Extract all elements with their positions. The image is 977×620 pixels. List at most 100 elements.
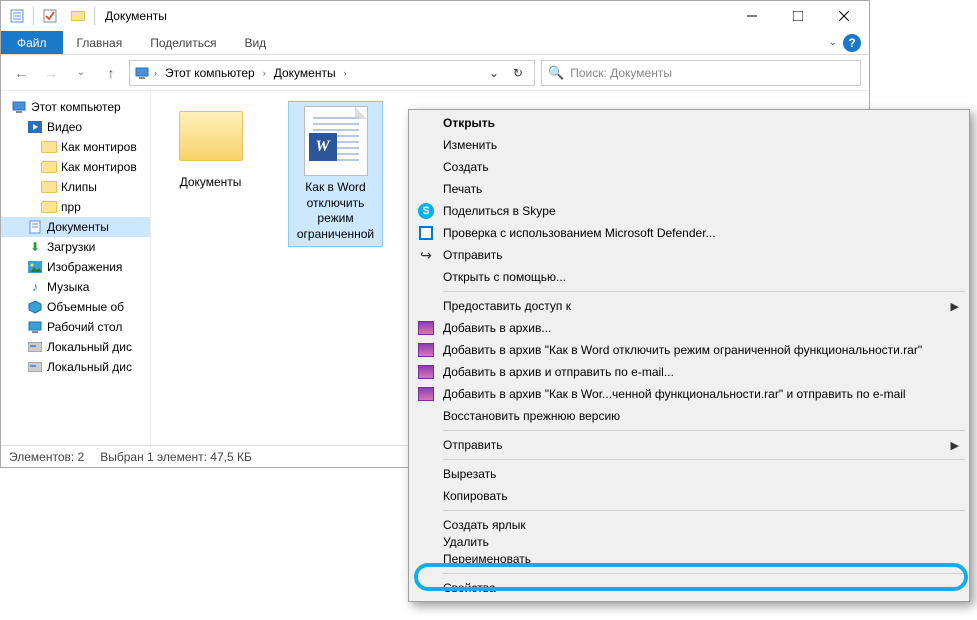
cm-rar-email[interactable]: Добавить в архив и отправить по e-mail..… xyxy=(411,361,967,383)
cm-properties[interactable]: Свойства xyxy=(411,577,967,599)
file-item-word-doc[interactable]: W Как в Word отключить режим ограниченно… xyxy=(288,101,383,247)
cm-separator xyxy=(443,430,965,431)
tree-downloads[interactable]: ⬇Загрузки xyxy=(1,237,150,257)
help-icon[interactable]: ? xyxy=(843,34,861,52)
documents-icon xyxy=(27,219,43,235)
cm-cut[interactable]: Вырезать xyxy=(411,463,967,485)
forward-button[interactable]: → xyxy=(39,61,63,85)
cm-separator xyxy=(443,459,965,460)
ribbon-tabs: Файл Главная Поделиться Вид ⌄ ? xyxy=(1,31,869,55)
maximize-button[interactable] xyxy=(775,1,821,31)
tab-file[interactable]: Файл xyxy=(1,31,63,54)
tree-local-disk[interactable]: Локальный дис xyxy=(1,357,150,377)
tree-folder[interactable]: прр xyxy=(1,197,150,217)
cm-grant-access[interactable]: Предоставить доступ к▶ xyxy=(411,295,967,317)
skype-icon: S xyxy=(417,202,435,220)
cm-rar-add[interactable]: Добавить в архив... xyxy=(411,317,967,339)
tree-documents[interactable]: Документы xyxy=(1,217,150,237)
desktop-icon xyxy=(27,319,43,335)
tree-desktop[interactable]: Рабочий стол xyxy=(1,317,150,337)
search-input[interactable]: 🔍 Поиск: Документы xyxy=(541,60,861,86)
addr-dropdown[interactable]: ⌄ xyxy=(482,61,506,85)
status-selection: Выбран 1 элемент: 47,5 КБ xyxy=(100,450,252,464)
cm-shortcut[interactable]: Создать ярлык xyxy=(411,514,967,536)
tree-pictures[interactable]: Изображения xyxy=(1,257,150,277)
tree-music[interactable]: ♪Музыка xyxy=(1,277,150,297)
tree-local-disk[interactable]: Локальный дис xyxy=(1,337,150,357)
search-placeholder: Поиск: Документы xyxy=(570,66,672,80)
disk-icon xyxy=(27,359,43,375)
context-menu: Открыть Изменить Создать Печать SПоделит… xyxy=(408,109,970,602)
breadcrumb-pc[interactable]: Этот компьютер xyxy=(161,66,259,80)
file-label: Документы xyxy=(163,175,258,191)
cm-separator xyxy=(443,510,965,511)
tab-view[interactable]: Вид xyxy=(230,31,280,54)
qat-divider xyxy=(33,7,34,25)
chevron-right-icon[interactable]: › xyxy=(261,68,268,78)
pc-icon xyxy=(134,65,150,81)
folder-icon xyxy=(41,199,57,215)
tab-home[interactable]: Главная xyxy=(63,31,137,54)
chevron-right-icon[interactable]: › xyxy=(342,68,349,78)
qat-divider-2 xyxy=(94,7,95,25)
cm-skype[interactable]: SПоделиться в Skype xyxy=(411,200,967,222)
file-item-folder[interactable]: Документы xyxy=(163,101,258,191)
tab-share[interactable]: Поделиться xyxy=(136,31,230,54)
cube-icon xyxy=(27,299,43,315)
cm-defender[interactable]: Проверка с использованием Microsoft Defe… xyxy=(411,222,967,244)
folder-icon xyxy=(179,111,243,161)
folder-icon xyxy=(41,179,57,195)
nav-row: ← → ⌄ ↑ › Этот компьютер › Документы › ⌄… xyxy=(1,55,869,91)
status-item-count: Элементов: 2 xyxy=(9,450,84,464)
tree-folder[interactable]: Как монтиров xyxy=(1,137,150,157)
tree-3dobjects[interactable]: Объемные об xyxy=(1,297,150,317)
word-document-icon: W xyxy=(304,106,368,176)
minimize-button[interactable] xyxy=(729,1,775,31)
cm-create[interactable]: Создать xyxy=(411,156,967,178)
folder-icon xyxy=(41,139,57,155)
music-icon: ♪ xyxy=(27,279,43,295)
recent-dropdown[interactable]: ⌄ xyxy=(69,61,93,85)
breadcrumb-documents[interactable]: Документы xyxy=(270,66,340,80)
titlebar: Документы xyxy=(1,1,869,31)
checkbox-qat-icon[interactable] xyxy=(39,5,61,27)
nav-tree: Этот компьютер Видео Как монтиров Как мо… xyxy=(1,91,151,445)
cm-separator xyxy=(443,291,965,292)
cm-rar-add-named[interactable]: Добавить в архив "Как в Word отключить р… xyxy=(411,339,967,361)
cm-openwith[interactable]: Открыть с помощью... xyxy=(411,266,967,288)
winrar-icon xyxy=(417,363,435,381)
close-button[interactable] xyxy=(821,1,867,31)
refresh-button[interactable]: ↻ xyxy=(506,61,530,85)
cm-rar-named-email[interactable]: Добавить в архив "Как в Wor...ченной фун… xyxy=(411,383,967,405)
cm-copy[interactable]: Копировать xyxy=(411,485,967,507)
tree-this-pc[interactable]: Этот компьютер xyxy=(1,97,150,117)
winrar-icon xyxy=(417,385,435,403)
cm-send[interactable]: ↪Отправить xyxy=(411,244,967,266)
winrar-icon xyxy=(417,341,435,359)
back-button[interactable]: ← xyxy=(9,61,33,85)
address-bar[interactable]: › Этот компьютер › Документы › ⌄ ↻ xyxy=(129,60,535,86)
cm-restore[interactable]: Восстановить прежнюю версию xyxy=(411,405,967,427)
cm-open[interactable]: Открыть xyxy=(411,112,967,134)
ribbon-chevron-icon[interactable]: ⌄ xyxy=(829,37,837,48)
share-icon: ↪ xyxy=(417,246,435,264)
cm-delete[interactable]: Удалить xyxy=(411,536,967,548)
cm-rename[interactable]: Переименовать xyxy=(411,548,967,570)
up-button[interactable]: ↑ xyxy=(99,61,123,85)
defender-icon xyxy=(417,224,435,242)
tree-folder[interactable]: Клипы xyxy=(1,177,150,197)
tree-folder[interactable]: Как монтиров xyxy=(1,157,150,177)
cm-separator xyxy=(443,573,965,574)
pictures-icon xyxy=(27,259,43,275)
folder-qat-icon[interactable] xyxy=(67,5,89,27)
cm-sendto[interactable]: Отправить▶ xyxy=(411,434,967,456)
chevron-right-icon[interactable]: › xyxy=(152,68,159,78)
properties-qat-icon[interactable] xyxy=(6,5,28,27)
tree-videos[interactable]: Видео xyxy=(1,117,150,137)
disk-icon xyxy=(27,339,43,355)
submenu-arrow-icon: ▶ xyxy=(951,439,959,452)
winrar-icon xyxy=(417,319,435,337)
cm-edit[interactable]: Изменить xyxy=(411,134,967,156)
cm-print[interactable]: Печать xyxy=(411,178,967,200)
window-title: Документы xyxy=(105,9,167,23)
